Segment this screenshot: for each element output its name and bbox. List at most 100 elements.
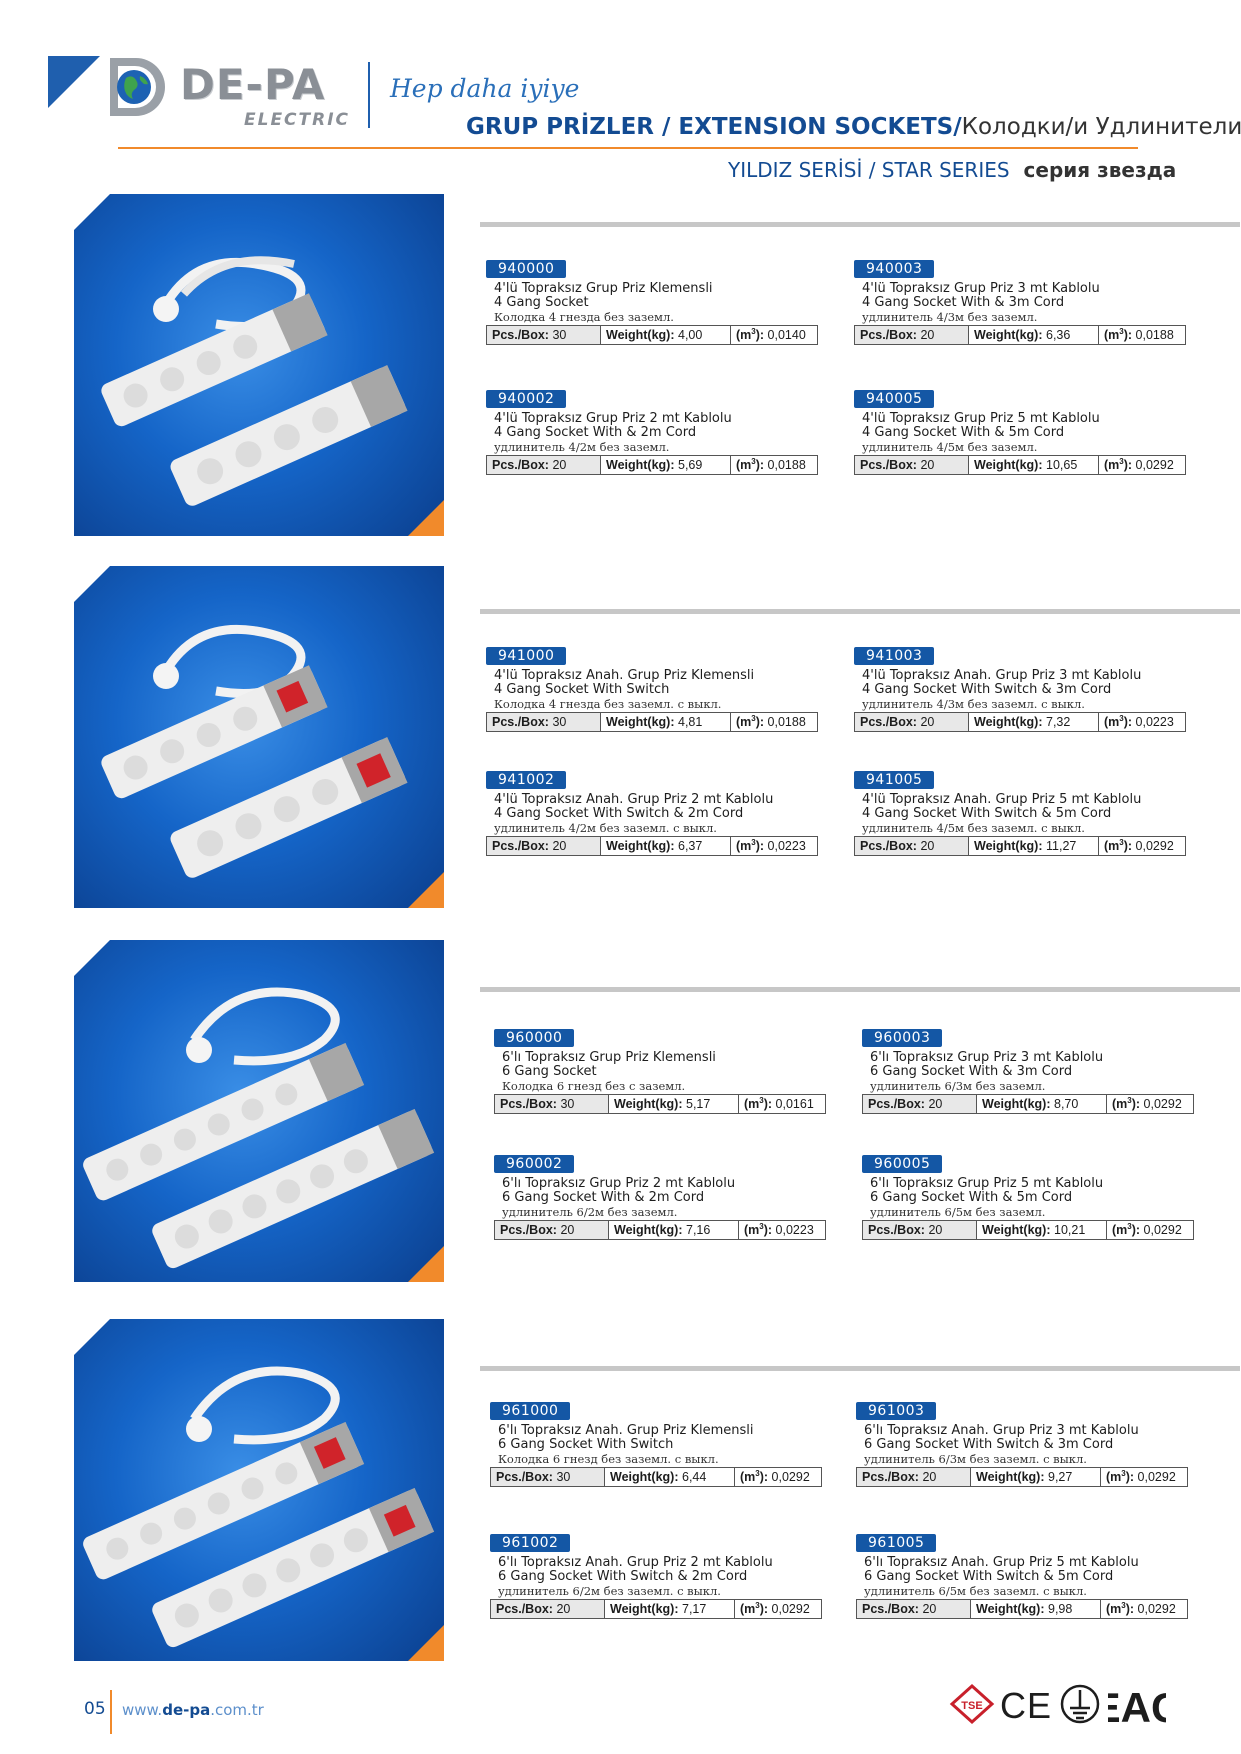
spec-value: 20 xyxy=(928,1223,943,1237)
brand-name: DE-PA xyxy=(180,60,326,109)
product-name-en: 4 Gang Socket With & 2m Cord xyxy=(494,425,697,440)
product-code: 940005 xyxy=(854,390,935,408)
spec-value: 0,0292 xyxy=(1137,1602,1176,1616)
product-name-tr: 6'lı Topraksız Grup Priz 3 mt Kablolu xyxy=(870,1050,1104,1065)
spec-label: Pcs./Box: xyxy=(860,458,917,472)
eac-mark-icon: EAC xyxy=(1108,1684,1166,1728)
product-code: 940003 xyxy=(854,260,935,278)
product-name-tr: 6'lı Topraksız Grup Priz 5 mt Kablolu xyxy=(870,1176,1104,1191)
spec-label: ): xyxy=(1125,1470,1135,1484)
section-divider xyxy=(480,609,1240,614)
spec-pcs: Pcs./Box: 20 xyxy=(863,1221,977,1239)
spec-weight: Weight(kg): 10,21 xyxy=(977,1221,1107,1239)
spec-weight: Weight(kg): 4,81 xyxy=(601,713,731,731)
spec-label: Weight(kg): xyxy=(974,328,1043,342)
power-strip-illustration xyxy=(101,256,408,506)
header-rule xyxy=(118,147,1138,149)
spec-value: 0,0292 xyxy=(771,1470,810,1484)
spec-table: Pcs./Box: 20 Weight(kg): 7,32 (m3): 0,02… xyxy=(854,712,1186,732)
spec-value: 10,65 xyxy=(1046,458,1078,472)
spec-label: Weight(kg): xyxy=(974,839,1043,853)
spec-label: (m xyxy=(740,1602,756,1616)
product-name-ru: удлинитель 6/3м без заземл. xyxy=(870,1079,1046,1093)
spec-value: 20 xyxy=(922,1470,937,1484)
ground-symbol-icon xyxy=(1060,1684,1100,1724)
spec-value: 0,0188 xyxy=(767,458,806,472)
product-code: 941005 xyxy=(854,771,935,789)
spec-table: Pcs./Box: 30 Weight(kg): 6,44 (m3): 0,02… xyxy=(490,1467,822,1487)
product-code: 960002 xyxy=(494,1155,575,1173)
website-link[interactable]: www.de-pa.com.tr xyxy=(122,1701,264,1719)
depa-globe-logo-icon xyxy=(110,58,165,116)
product-item: 941000 4'lü Topraksız Anah. Grup Priz Kl… xyxy=(486,645,818,732)
product-name-tr: 4'lü Topraksız Anah. Grup Priz 5 mt Kabl… xyxy=(862,792,1142,807)
product-name-ru: удлинитель 6/5м без заземл. с выкл. xyxy=(864,1584,1087,1598)
product-name-ru: удлинитель 4/3м без заземл. xyxy=(862,310,1038,324)
product-item: 960003 6'lı Topraksız Grup Priz 3 mt Kab… xyxy=(862,1027,1194,1114)
spec-value: 0,0292 xyxy=(771,1602,810,1616)
spec-pcs: Pcs./Box: 20 xyxy=(855,456,969,474)
spec-label: Weight(kg): xyxy=(606,328,675,342)
spec-volume: (m3): 0,0292 xyxy=(1107,1095,1193,1113)
header-divider xyxy=(368,62,370,128)
spec-label: ): xyxy=(763,1097,773,1111)
spec-value: 0,0140 xyxy=(767,328,806,342)
spec-label: Weight(kg): xyxy=(982,1223,1051,1237)
spec-label: Pcs./Box: xyxy=(492,715,549,729)
spec-volume: (m3): 0,0188 xyxy=(731,713,817,731)
page-title-ru: Колодки/и Удлинители xyxy=(961,114,1241,140)
spec-pcs: Pcs./Box: 20 xyxy=(855,713,969,731)
spec-weight: Weight(kg): 7,16 xyxy=(609,1221,739,1239)
product-code: 961005 xyxy=(856,1534,937,1552)
spec-pcs: Pcs./Box: 30 xyxy=(487,326,601,344)
section-divider xyxy=(480,1366,1240,1371)
product-name-ru: Колодка 6 гнезд без заземл. с выкл. xyxy=(498,1452,719,1466)
product-image-6gang xyxy=(74,940,444,1282)
product-name-en: 6 Gang Socket With & 3m Cord xyxy=(870,1064,1073,1079)
spec-pcs: Pcs./Box: 20 xyxy=(487,456,601,474)
product-item: 940000 4'lü Topraksız Grup Priz Klemensl… xyxy=(486,258,818,345)
spec-label: Pcs./Box: xyxy=(492,839,549,853)
spec-value: 0,0188 xyxy=(1135,328,1174,342)
spec-pcs: Pcs./Box: 30 xyxy=(487,713,601,731)
spec-label: (m xyxy=(1104,328,1120,342)
product-name-en: 4 Gang Socket xyxy=(494,295,589,310)
spec-weight: Weight(kg): 10,65 xyxy=(969,456,1099,474)
spec-label: Weight(kg): xyxy=(606,458,675,472)
product-name-tr: 4'lü Topraksız Grup Priz Klemensli xyxy=(494,281,713,296)
product-item: 960000 6'lı Topraksız Grup Priz Klemensl… xyxy=(494,1027,826,1114)
spec-label: Weight(kg): xyxy=(610,1602,679,1616)
spec-value: 0,0223 xyxy=(767,839,806,853)
spec-label: Weight(kg): xyxy=(974,715,1043,729)
spec-pcs: Pcs./Box: 20 xyxy=(863,1095,977,1113)
spec-weight: Weight(kg): 8,70 xyxy=(977,1095,1107,1113)
product-name-en: 6 Gang Socket With Switch xyxy=(498,1437,674,1452)
product-code: 960005 xyxy=(862,1155,943,1173)
product-name-ru: Колодка 6 гнезд без с заземл. xyxy=(502,1079,686,1093)
spec-volume: (m3): 0,0292 xyxy=(1107,1221,1193,1239)
product-code: 941003 xyxy=(854,647,935,665)
spec-table: Pcs./Box: 20 Weight(kg): 8,70 (m3): 0,02… xyxy=(862,1094,1194,1114)
spec-pcs: Pcs./Box: 20 xyxy=(491,1600,605,1618)
spec-volume: (m3): 0,0223 xyxy=(739,1221,825,1239)
spec-table: Pcs./Box: 20 Weight(kg): 9,27 (m3): 0,02… xyxy=(856,1467,1188,1487)
spec-label: (m xyxy=(1106,1470,1122,1484)
spec-value: 4,00 xyxy=(678,328,703,342)
spec-volume: (m3): 0,0161 xyxy=(739,1095,825,1113)
spec-volume: (m3): 0,0188 xyxy=(731,456,817,474)
product-name-tr: 6'lı Topraksız Grup Priz Klemensli xyxy=(502,1050,716,1065)
spec-value: 10,21 xyxy=(1054,1223,1086,1237)
spec-pcs: Pcs./Box: 20 xyxy=(487,837,601,855)
product-name-ru: Колодка 4 гнезда без заземл. xyxy=(494,310,674,324)
product-name-en: 6 Gang Socket With & 2m Cord xyxy=(502,1190,705,1205)
product-name-ru: удлинитель 4/3м без заземл. с выкл. xyxy=(862,697,1085,711)
product-name-tr: 4'lü Topraksız Anah. Grup Priz 3 mt Kabl… xyxy=(862,668,1142,683)
product-item: 940003 4'lü Topraksız Grup Priz 3 mt Kab… xyxy=(854,258,1186,345)
spec-value: 8,70 xyxy=(1054,1097,1079,1111)
product-item: 940005 4'lü Topraksız Grup Priz 5 mt Kab… xyxy=(854,388,1186,475)
spec-label: (m xyxy=(736,839,752,853)
spec-pcs: Pcs./Box: 20 xyxy=(857,1600,971,1618)
spec-pcs: Pcs./Box: 20 xyxy=(857,1468,971,1486)
spec-table: Pcs./Box: 20 Weight(kg): 11,27 (m3): 0,0… xyxy=(854,836,1186,856)
product-name-en: 6 Gang Socket With Switch & 5m Cord xyxy=(864,1569,1114,1584)
